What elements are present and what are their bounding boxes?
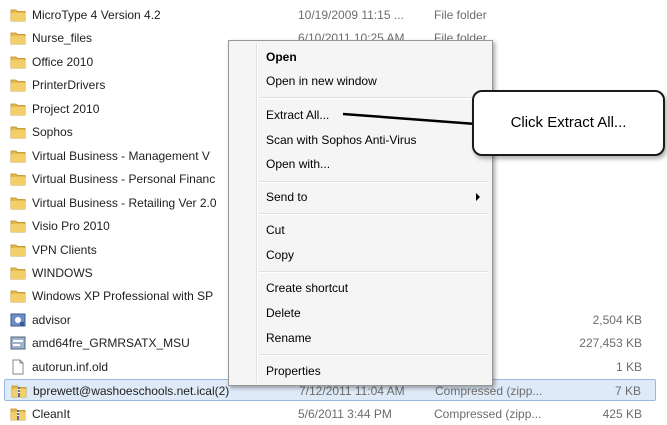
callout-box: Click Extract All... xyxy=(472,90,665,156)
callout-text: Click Extract All... xyxy=(510,114,627,131)
callout-pointer-line xyxy=(342,112,477,126)
